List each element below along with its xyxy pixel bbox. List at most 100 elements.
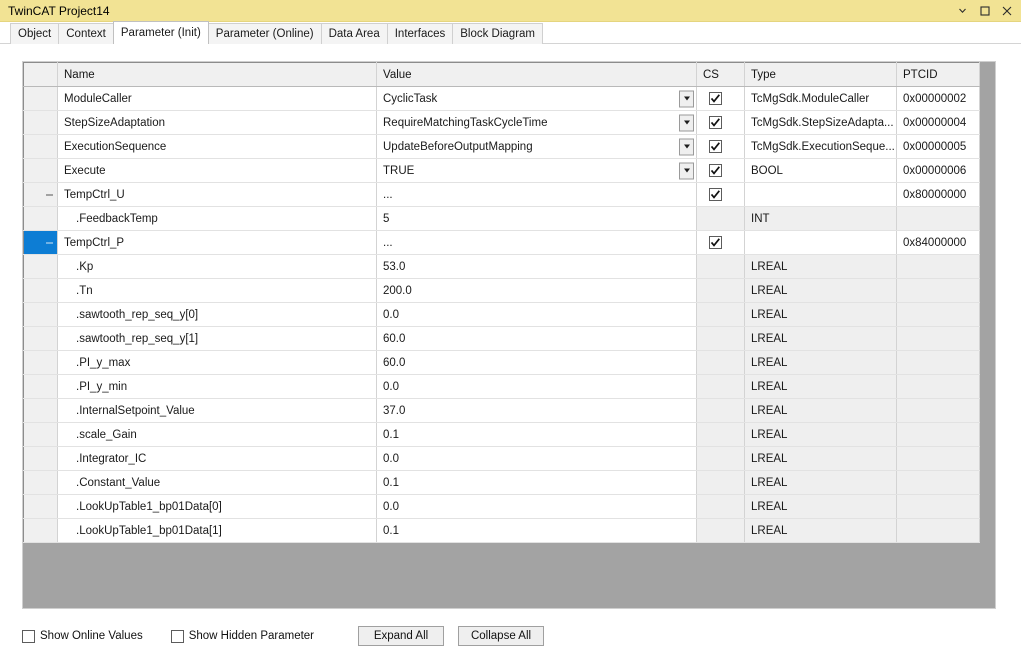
cell-name[interactable]: .sawtooth_rep_seq_y[0] bbox=[57, 302, 377, 327]
table-row[interactable]: ExecutionSequence UpdateBeforeOutputMappi… bbox=[23, 134, 980, 159]
row-selector[interactable] bbox=[23, 302, 58, 327]
row-selector[interactable] bbox=[23, 374, 58, 399]
table-row[interactable]: .LookUpTable1_bp01Data[1] 0.1 LREAL bbox=[23, 518, 980, 543]
cell-value[interactable]: 5 bbox=[376, 206, 697, 231]
cell-value[interactable]: 0.1 bbox=[376, 518, 697, 543]
cell-value[interactable]: 0.1 bbox=[376, 422, 697, 447]
chevron-down-icon[interactable] bbox=[679, 114, 694, 131]
tab-parameter-init[interactable]: Parameter (Init) bbox=[112, 21, 209, 44]
tab-data-area[interactable]: Data Area bbox=[320, 23, 388, 44]
cell-cs[interactable] bbox=[696, 86, 745, 111]
row-selector[interactable] bbox=[23, 398, 58, 423]
row-selector[interactable] bbox=[23, 350, 58, 375]
table-row[interactable]: Execute TRUE BOOL 0x00000006 bbox=[23, 158, 980, 183]
cs-checkbox[interactable] bbox=[709, 164, 722, 177]
expand-all-button[interactable]: Expand All bbox=[358, 626, 445, 646]
checkbox-box[interactable] bbox=[170, 629, 184, 643]
cell-name[interactable]: ModuleCaller bbox=[57, 86, 377, 111]
table-row[interactable]: StepSizeAdaptation RequireMatchingTaskCyc… bbox=[23, 110, 980, 135]
table-row[interactable]: .sawtooth_rep_seq_y[0] 0.0 LREAL bbox=[23, 302, 980, 327]
cell-value[interactable]: RequireMatchingTaskCycleTime bbox=[376, 110, 697, 135]
tab-parameter-online[interactable]: Parameter (Online) bbox=[207, 23, 322, 44]
cell-name[interactable]: StepSizeAdaptation bbox=[57, 110, 377, 135]
cs-checkbox[interactable] bbox=[709, 116, 722, 129]
cell-name[interactable]: ExecutionSequence bbox=[57, 134, 377, 159]
cell-value[interactable]: CyclicTask bbox=[376, 86, 697, 111]
cell-name[interactable]: .FeedbackTemp bbox=[57, 206, 377, 231]
table-row[interactable]: .Constant_Value 0.1 LREAL bbox=[23, 470, 980, 495]
cell-name[interactable]: TempCtrl_P bbox=[57, 230, 377, 255]
cell-cs[interactable] bbox=[696, 134, 745, 159]
cell-name[interactable]: .LookUpTable1_bp01Data[0] bbox=[57, 494, 377, 519]
table-row[interactable]: .sawtooth_rep_seq_y[1] 60.0 LREAL bbox=[23, 326, 980, 351]
tab-interfaces[interactable]: Interfaces bbox=[386, 23, 454, 44]
table-row[interactable]: .FeedbackTemp 5 INT bbox=[23, 206, 980, 231]
cell-value[interactable]: 53.0 bbox=[376, 254, 697, 279]
close-icon[interactable] bbox=[1000, 4, 1013, 17]
cell-name[interactable]: .Tn bbox=[57, 278, 377, 303]
row-selector-selected[interactable] bbox=[23, 230, 58, 255]
cs-checkbox[interactable] bbox=[709, 188, 722, 201]
table-row[interactable]: .PI_y_max 60.0 LREAL bbox=[23, 350, 980, 375]
show-online-values-checkbox[interactable]: Show Online Values bbox=[22, 629, 143, 643]
cell-name[interactable]: .InternalSetpoint_Value bbox=[57, 398, 377, 423]
row-selector[interactable] bbox=[23, 110, 58, 135]
collapse-all-button[interactable]: Collapse All bbox=[458, 626, 545, 646]
cell-value[interactable]: 60.0 bbox=[376, 326, 697, 351]
cell-cs[interactable] bbox=[696, 182, 745, 207]
cell-name[interactable]: .PI_y_min bbox=[57, 374, 377, 399]
chevron-down-icon[interactable] bbox=[956, 4, 969, 17]
cell-name[interactable]: .scale_Gain bbox=[57, 422, 377, 447]
cell-cs[interactable] bbox=[696, 158, 745, 183]
row-selector[interactable] bbox=[23, 326, 58, 351]
cell-cs[interactable] bbox=[696, 230, 745, 255]
table-row[interactable]: .InternalSetpoint_Value 37.0 LREAL bbox=[23, 398, 980, 423]
row-selector[interactable] bbox=[23, 254, 58, 279]
cell-value[interactable]: 200.0 bbox=[376, 278, 697, 303]
column-header-name[interactable]: Name bbox=[57, 62, 377, 87]
column-header-value[interactable]: Value bbox=[376, 62, 697, 87]
cell-name[interactable]: .LookUpTable1_bp01Data[1] bbox=[57, 518, 377, 543]
row-selector[interactable] bbox=[23, 278, 58, 303]
show-hidden-parameter-checkbox[interactable]: Show Hidden Parameter bbox=[170, 629, 314, 643]
chevron-down-icon[interactable] bbox=[679, 90, 694, 107]
cell-value[interactable]: TRUE bbox=[376, 158, 697, 183]
cell-value[interactable]: 0.0 bbox=[376, 446, 697, 471]
maximize-icon[interactable] bbox=[978, 4, 991, 17]
cell-value[interactable]: 0.1 bbox=[376, 470, 697, 495]
cell-value[interactable]: 0.0 bbox=[376, 494, 697, 519]
table-row[interactable]: .LookUpTable1_bp01Data[0] 0.0 LREAL bbox=[23, 494, 980, 519]
chevron-down-icon[interactable] bbox=[679, 162, 694, 179]
row-selector[interactable] bbox=[23, 182, 58, 207]
tab-context[interactable]: Context bbox=[58, 23, 114, 44]
cell-name[interactable]: TempCtrl_U bbox=[57, 182, 377, 207]
cell-value[interactable]: 0.0 bbox=[376, 302, 697, 327]
column-header-ptcid[interactable]: PTCID bbox=[896, 62, 980, 87]
cell-name[interactable]: .sawtooth_rep_seq_y[1] bbox=[57, 326, 377, 351]
cell-value[interactable]: 0.0 bbox=[376, 374, 697, 399]
table-row[interactable]: .PI_y_min 0.0 LREAL bbox=[23, 374, 980, 399]
cell-value[interactable]: ... bbox=[376, 182, 697, 207]
parameter-grid-container[interactable]: Name Value CS Type PTCID ModuleCaller Cyc… bbox=[22, 61, 996, 609]
table-row[interactable]: .Tn 200.0 LREAL bbox=[23, 278, 980, 303]
tab-block-diagram[interactable]: Block Diagram bbox=[452, 23, 544, 44]
cell-value[interactable]: UpdateBeforeOutputMapping bbox=[376, 134, 697, 159]
cell-name[interactable]: .Kp bbox=[57, 254, 377, 279]
row-selector[interactable] bbox=[23, 206, 58, 231]
tab-object[interactable]: Object bbox=[10, 23, 60, 44]
collapse-expander-icon[interactable] bbox=[45, 190, 54, 199]
row-selector[interactable] bbox=[23, 422, 58, 447]
checkbox-box[interactable] bbox=[22, 629, 35, 643]
column-header-cs[interactable]: CS bbox=[696, 62, 745, 87]
cell-value[interactable]: 60.0 bbox=[376, 350, 697, 375]
cell-cs[interactable] bbox=[696, 110, 745, 135]
row-selector[interactable] bbox=[23, 470, 58, 495]
cell-name[interactable]: Execute bbox=[57, 158, 377, 183]
table-row[interactable]: .Kp 53.0 LREAL bbox=[23, 254, 980, 279]
chevron-down-icon[interactable] bbox=[679, 138, 694, 155]
cs-checkbox[interactable] bbox=[709, 140, 722, 153]
collapse-expander-icon[interactable] bbox=[45, 238, 54, 247]
column-header-type[interactable]: Type bbox=[744, 62, 897, 87]
table-row[interactable]: .Integrator_IC 0.0 LREAL bbox=[23, 446, 980, 471]
table-row[interactable]: .scale_Gain 0.1 LREAL bbox=[23, 422, 980, 447]
